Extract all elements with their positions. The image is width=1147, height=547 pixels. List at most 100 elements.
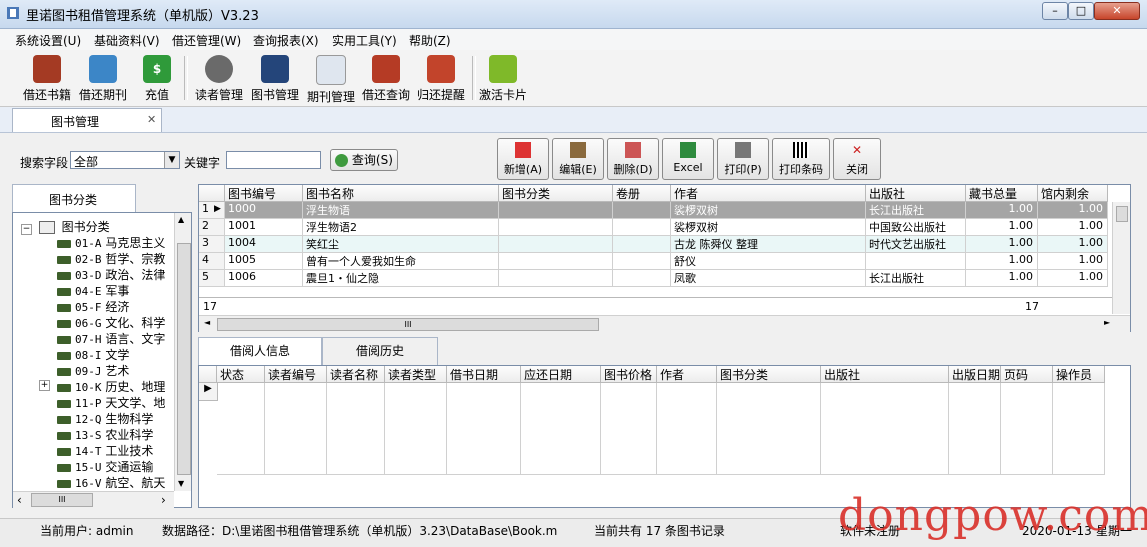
column-header[interactable]: 图书编号 <box>225 185 303 202</box>
tree-node-06-g[interactable]: 06-G 文化、科学 <box>57 314 165 330</box>
books-icon <box>261 55 289 83</box>
category-name: 农业科学 <box>105 428 154 442</box>
column-header[interactable]: 读者类型 <box>385 366 447 383</box>
print-button[interactable]: 打印(P) <box>717 138 769 180</box>
column-header[interactable]: 馆内剩余 <box>1038 185 1108 202</box>
chevron-down-icon[interactable]: ▼ <box>164 152 179 168</box>
column-header[interactable]: 应还日期 <box>521 366 601 383</box>
tree-node-08-i[interactable]: 08-I 文学 <box>57 346 129 362</box>
column-header[interactable]: 图书分类 <box>717 366 821 383</box>
excel-button[interactable]: Excel <box>662 138 714 180</box>
column-header[interactable]: 出版社 <box>866 185 966 202</box>
books-vertical-scrollbar[interactable] <box>1112 202 1130 314</box>
collapse-icon[interactable]: − <box>21 224 32 235</box>
book-icon <box>57 335 71 344</box>
table-cell-vol <box>613 219 671 236</box>
books-horizontal-scrollbar[interactable]: ◄ III ► <box>199 315 1130 332</box>
edit-button[interactable]: 编辑(E) <box>552 138 604 180</box>
menu-basic-data[interactable]: 基础资料(V) <box>94 32 160 49</box>
delete-button[interactable]: 删除(D) <box>607 138 659 180</box>
tree-node-11-p[interactable]: 11-P 天文学、地 <box>57 394 165 410</box>
query-button[interactable]: 查询(S) <box>330 149 398 171</box>
tab-borrower-info[interactable]: 借阅人信息 <box>198 337 322 365</box>
tree-node-16-v[interactable]: 16-V 航空、航天 <box>57 474 165 490</box>
scroll-thumb[interactable]: III <box>31 493 93 507</box>
scroll-right-icon[interactable]: ► <box>1104 318 1110 327</box>
print-barcode-button[interactable]: 打印条码 <box>772 138 830 180</box>
menu-reports[interactable]: 查询报表(X) <box>253 32 319 49</box>
column-header[interactable]: 出版日期 <box>949 366 1001 383</box>
search-field-select[interactable]: 全部 ▼ <box>70 151 180 169</box>
table-cell <box>265 383 327 475</box>
book-icon <box>57 479 71 488</box>
tree-node-03-d[interactable]: 03-D 政治、法律 <box>57 266 165 282</box>
tab-borrow-history[interactable]: 借阅历史 <box>322 337 438 365</box>
close-tab-icon[interactable]: ✕ <box>147 113 156 126</box>
close-button[interactable]: ✕ 关闭 <box>833 138 881 180</box>
column-header[interactable]: 图书分类 <box>499 185 613 202</box>
column-header[interactable]: 读者编号 <box>265 366 327 383</box>
column-header[interactable]: 图书名称 <box>303 185 499 202</box>
column-header[interactable]: 状态 <box>217 366 265 383</box>
tree-horizontal-scrollbar[interactable]: ‹ III › <box>13 491 174 508</box>
tab-book-category[interactable]: 图书分类 <box>12 184 136 212</box>
column-header[interactable]: 藏书总量 <box>966 185 1038 202</box>
tree-vertical-scrollbar[interactable]: ▲ ▼ <box>174 213 191 491</box>
scroll-right-icon[interactable]: › <box>161 493 166 507</box>
scroll-left-icon[interactable]: ◄ <box>204 318 210 327</box>
activate-card-button[interactable]: 激活卡片 <box>476 52 530 104</box>
borrow-return-journals-button[interactable]: 借还期刊 <box>76 52 130 104</box>
menu-system-settings[interactable]: 系统设置(U) <box>15 32 81 49</box>
tree-node-01-a[interactable]: 01-A 马克思主义 <box>57 234 165 250</box>
scroll-thumb[interactable] <box>1116 206 1128 222</box>
scroll-left-icon[interactable]: ‹ <box>17 493 22 507</box>
edit-icon <box>570 142 586 158</box>
book-icon <box>57 287 71 296</box>
tree-root[interactable]: − 图书分类 <box>21 218 110 235</box>
tree-node-04-e[interactable]: 04-E 军事 <box>57 282 129 298</box>
column-header[interactable]: 作者 <box>671 185 866 202</box>
column-header[interactable]: 页码 <box>1001 366 1053 383</box>
column-header[interactable]: 读者名称 <box>327 366 385 383</box>
column-header[interactable]: 操作员 <box>1053 366 1105 383</box>
minimize-button[interactable]: – <box>1042 2 1068 20</box>
scroll-down-icon[interactable]: ▼ <box>178 479 184 488</box>
column-header[interactable]: 出版社 <box>821 366 949 383</box>
tree-node-15-u[interactable]: 15-U 交通运输 <box>57 458 153 474</box>
menu-help[interactable]: 帮助(Z) <box>409 32 451 49</box>
menu-borrow-return[interactable]: 借还管理(W) <box>172 32 241 49</box>
scroll-thumb[interactable] <box>177 243 191 475</box>
tree-node-07-h[interactable]: 07-H 语言、文字 <box>57 330 165 346</box>
borrow-query-button[interactable]: 借还查询 <box>359 52 413 104</box>
return-reminder-button[interactable]: 归还提醒 <box>414 52 468 104</box>
tree-node-10-k[interactable]: +10-K 历史、地理 <box>39 378 165 394</box>
menu-tools[interactable]: 实用工具(Y) <box>332 32 397 49</box>
scroll-up-icon[interactable]: ▲ <box>178 215 184 224</box>
tree-node-09-j[interactable]: 09-J 艺术 <box>57 362 129 378</box>
close-window-button[interactable]: ✕ <box>1094 2 1140 20</box>
borrow-return-books-button[interactable]: 借还书籍 <box>20 52 74 104</box>
tree-node-05-f[interactable]: 05-F 经济 <box>57 298 129 314</box>
tree-node-13-s[interactable]: 13-S 农业科学 <box>57 426 153 442</box>
book-management-button[interactable]: 图书管理 <box>248 52 302 104</box>
tab-book-management[interactable]: 图书管理 ✕ <box>12 108 162 132</box>
column-header[interactable]: 卷册 <box>613 185 671 202</box>
category-name: 艺术 <box>105 364 130 378</box>
scroll-thumb[interactable]: III <box>217 318 599 331</box>
column-header[interactable]: 图书价格 <box>601 366 657 383</box>
row-number: 2 <box>199 219 225 236</box>
tree-node-12-q[interactable]: 12-Q 生物科学 <box>57 410 153 426</box>
maximize-button[interactable]: □ <box>1068 2 1094 20</box>
tree-node-02-b[interactable]: 02-B 哲学、宗教 <box>57 250 165 266</box>
column-header[interactable]: 借书日期 <box>447 366 521 383</box>
tree-node-14-t[interactable]: 14-T 工业技术 <box>57 442 153 458</box>
keyword-input[interactable] <box>226 151 321 169</box>
journal-management-button[interactable]: 期刊管理 <box>304 52 358 104</box>
column-header[interactable]: 作者 <box>657 366 717 383</box>
reader-management-button[interactable]: 读者管理 <box>192 52 246 104</box>
expand-icon[interactable]: + <box>39 380 50 391</box>
book-icon <box>57 463 71 472</box>
recharge-button[interactable]: $ 充值 <box>136 52 178 104</box>
add-button[interactable]: 新增(A) <box>497 138 549 180</box>
tab-label: 图书管理 <box>51 115 100 129</box>
